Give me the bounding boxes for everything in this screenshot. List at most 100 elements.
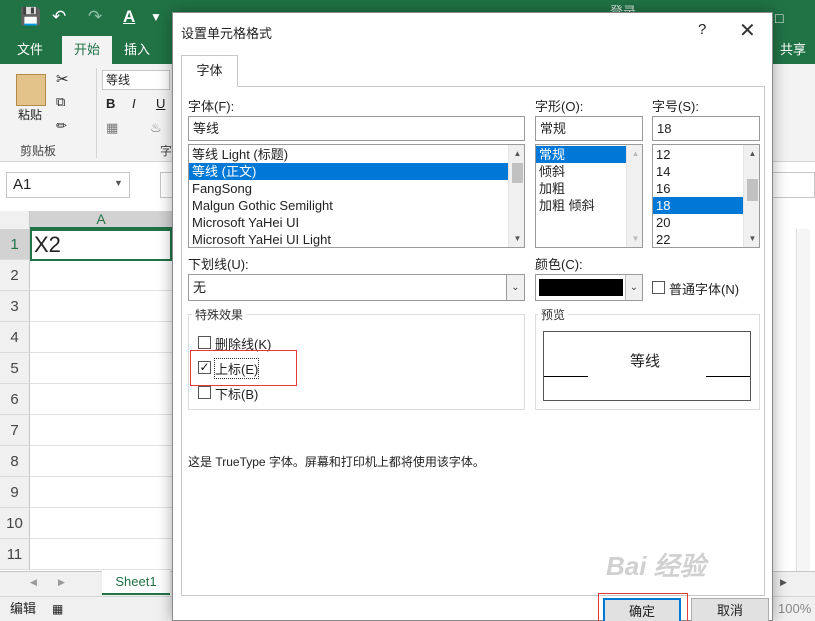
font-color-icon[interactable]: A: [123, 6, 135, 28]
paste-icon[interactable]: [16, 74, 46, 106]
style-list-item[interactable]: 常规: [536, 146, 626, 163]
subscript-checkbox[interactable]: [198, 386, 211, 399]
grid-row[interactable]: [30, 322, 172, 353]
size-list-scrollbar[interactable]: ▲ ▼: [743, 145, 759, 247]
tab-insert[interactable]: 插入: [114, 36, 160, 64]
redo-icon[interactable]: ↷: [88, 6, 102, 28]
grid-row[interactable]: [30, 477, 172, 508]
size-list-item[interactable]: 20: [653, 214, 743, 231]
row-header-8[interactable]: 8: [0, 446, 30, 477]
grid-row[interactable]: [30, 508, 172, 539]
normal-font-checkbox[interactable]: [652, 281, 665, 294]
subscript-label[interactable]: 下标(B): [215, 384, 258, 403]
grid-row[interactable]: [30, 353, 172, 384]
grid-row[interactable]: [30, 539, 172, 570]
grid-row[interactable]: [30, 291, 172, 322]
hscroll-right-icon[interactable]: ▶: [780, 577, 787, 588]
format-painter-icon[interactable]: ✏: [56, 118, 67, 134]
style-list-item[interactable]: 加粗: [536, 180, 626, 197]
size-list-item[interactable]: 18: [653, 197, 743, 214]
chevron-down-icon[interactable]: ⌄: [625, 275, 642, 300]
share-button[interactable]: 共享: [773, 36, 813, 64]
row-header-11[interactable]: 11: [0, 539, 30, 570]
namebox-dropdown-icon[interactable]: ▼: [114, 178, 123, 188]
cell-a1[interactable]: X2: [30, 229, 172, 261]
row-header-1[interactable]: 1: [0, 229, 30, 260]
scroll-thumb[interactable]: [512, 163, 523, 183]
column-header-a[interactable]: A: [30, 211, 172, 229]
font-input[interactable]: 等线: [188, 116, 525, 141]
scroll-down-icon[interactable]: ▼: [744, 230, 759, 247]
restore-icon[interactable]: □: [775, 10, 783, 26]
color-picker[interactable]: ⌄: [535, 274, 643, 301]
scroll-down-icon[interactable]: ▼: [627, 230, 642, 247]
tab-font[interactable]: 字体: [181, 55, 238, 87]
font-list-item[interactable]: 等线 (正文): [189, 163, 508, 180]
font-list-item[interactable]: Microsoft YaHei UI: [189, 214, 508, 231]
font-list-item[interactable]: Malgun Gothic Semilight: [189, 197, 508, 214]
cancel-button[interactable]: 取消: [691, 598, 769, 621]
vertical-scrollbar[interactable]: [796, 229, 810, 571]
style-list-item[interactable]: 加粗 倾斜: [536, 197, 626, 214]
border-icon[interactable]: ▦: [106, 120, 118, 136]
row-header-6[interactable]: 6: [0, 384, 30, 415]
paste-label[interactable]: 粘贴: [18, 106, 42, 123]
row-header-5[interactable]: 5: [0, 353, 30, 384]
row-header-9[interactable]: 9: [0, 477, 30, 508]
fill-color-icon[interactable]: ♨: [150, 120, 162, 136]
style-list-scrollbar[interactable]: ▲ ▼: [626, 145, 642, 247]
next-sheet-icon[interactable]: ▶: [58, 577, 65, 588]
style-list[interactable]: 常规 倾斜 加粗 加粗 倾斜 ▲ ▼: [535, 144, 643, 248]
cut-icon[interactable]: ✂: [56, 70, 69, 88]
sheet-tab-sheet1[interactable]: Sheet1: [102, 570, 170, 595]
grid-row[interactable]: [30, 260, 172, 291]
style-input[interactable]: 常规: [535, 116, 643, 141]
help-button[interactable]: ?: [698, 21, 706, 38]
chevron-down-icon[interactable]: ⌄: [506, 275, 524, 300]
row-header-4[interactable]: 4: [0, 322, 30, 353]
copy-icon[interactable]: ⧉: [56, 94, 65, 110]
size-list-item[interactable]: 14: [653, 163, 743, 180]
scroll-up-icon[interactable]: ▲: [509, 145, 524, 162]
scroll-down-icon[interactable]: ▼: [509, 230, 524, 247]
size-list[interactable]: 12 14 16 18 20 22 ▲ ▼: [652, 144, 760, 248]
row-header-7[interactable]: 7: [0, 415, 30, 446]
font-list-item[interactable]: FangSong: [189, 180, 508, 197]
font-list-scrollbar[interactable]: ▲ ▼: [508, 145, 524, 247]
select-all-corner[interactable]: [0, 211, 30, 229]
size-input[interactable]: 18: [652, 116, 760, 141]
scroll-thumb[interactable]: [747, 179, 758, 201]
tab-home[interactable]: 开始: [62, 36, 112, 64]
style-list-item[interactable]: 倾斜: [536, 163, 626, 180]
grid-row[interactable]: [30, 415, 172, 446]
grid-row[interactable]: [30, 384, 172, 415]
bold-icon[interactable]: B: [106, 96, 115, 111]
font-list-item[interactable]: Microsoft YaHei UI Light: [189, 231, 508, 247]
row-header-3[interactable]: 3: [0, 291, 30, 322]
italic-icon[interactable]: I: [132, 96, 136, 111]
close-button[interactable]: ✕: [739, 18, 756, 43]
underline-icon[interactable]: U: [156, 96, 165, 111]
strikethrough-checkbox[interactable]: [198, 336, 211, 349]
font-list[interactable]: 等线 Light (标题) 等线 (正文) FangSong Malgun Gothi…: [188, 144, 525, 248]
size-list-item[interactable]: 16: [653, 180, 743, 197]
macro-record-icon[interactable]: ▦: [52, 597, 63, 621]
scroll-up-icon[interactable]: ▲: [744, 145, 759, 162]
tab-file[interactable]: 文件: [6, 36, 54, 64]
underline-select[interactable]: 无 ⌄: [188, 274, 525, 301]
row-header-10[interactable]: 10: [0, 508, 30, 539]
size-list-item[interactable]: 12: [653, 146, 743, 163]
grid-row[interactable]: [30, 446, 172, 477]
scroll-up-icon[interactable]: ▲: [627, 145, 642, 162]
name-box[interactable]: A1: [6, 172, 130, 198]
font-list-item[interactable]: 等线 Light (标题): [189, 146, 508, 163]
normal-font-label[interactable]: 普通字体(N): [669, 279, 739, 298]
undo-icon[interactable]: ↶: [52, 6, 66, 28]
row-header-2[interactable]: 2: [0, 260, 30, 291]
font-name-box[interactable]: 等线: [102, 70, 170, 90]
zoom-level[interactable]: 100%: [778, 597, 811, 621]
size-list-item[interactable]: 22: [653, 231, 743, 247]
customize-qat-icon[interactable]: ▼: [150, 6, 162, 28]
prev-sheet-icon[interactable]: ◀: [30, 577, 37, 588]
save-icon[interactable]: 💾: [20, 6, 41, 28]
